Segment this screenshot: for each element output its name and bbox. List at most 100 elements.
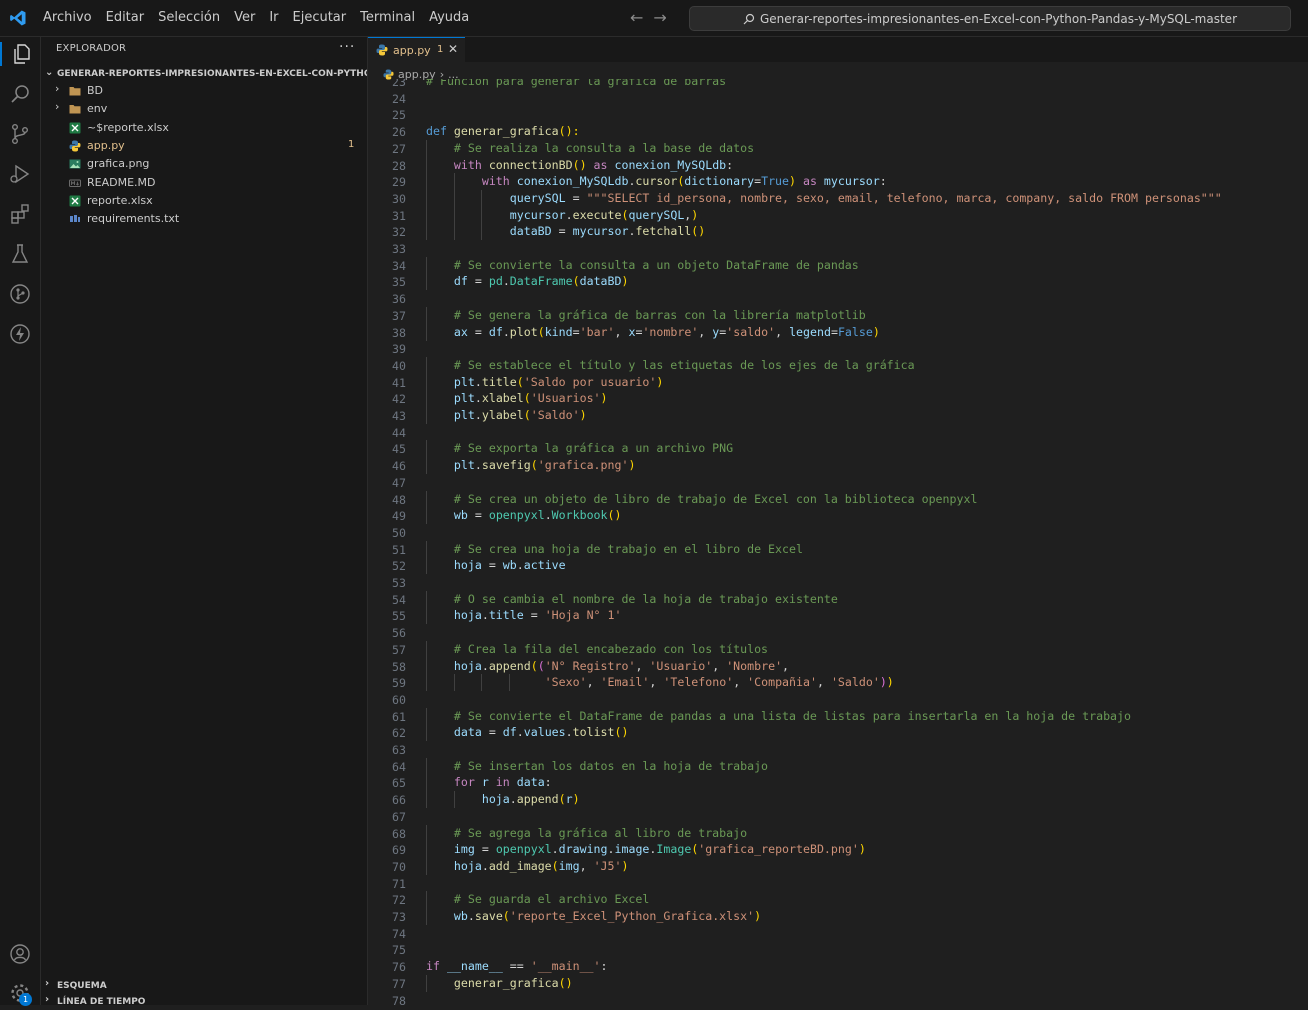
code-line[interactable]: 61 # Se convierte el DataFrame de pandas… — [368, 707, 1308, 725]
code-line[interactable]: 31 mycursor.execute(querySQL,) — [368, 206, 1308, 224]
menu-ver[interactable]: Ver — [227, 0, 262, 36]
search-icon[interactable] — [8, 82, 32, 106]
extensions-icon[interactable] — [8, 202, 32, 226]
code-line[interactable]: 23 # Función para generar la gráfica de b… — [368, 79, 1308, 90]
code-editor[interactable]: 23 # Función para generar la gráfica de b… — [368, 79, 1308, 1005]
code-line[interactable]: 48 # Se crea un objeto de libro de traba… — [368, 490, 1308, 508]
code-line[interactable]: 64 # Se insertan los datos en la hoja de… — [368, 757, 1308, 775]
code-line[interactable]: 36 — [368, 290, 1308, 307]
code-line[interactable]: 40 # Se establece el título y las etique… — [368, 356, 1308, 374]
code-line[interactable]: 74 — [368, 925, 1308, 942]
code-line[interactable]: 30 querySQL = """SELECT id_persona, nomb… — [368, 189, 1308, 207]
menu-editar[interactable]: Editar — [99, 0, 152, 36]
tree-item-env-folder[interactable]: › env — [41, 100, 367, 118]
excel-file-icon — [69, 195, 81, 207]
code-line[interactable]: 60 — [368, 691, 1308, 708]
menu-ayuda[interactable]: Ayuda — [422, 0, 476, 36]
code-line[interactable]: 32 dataBD = mycursor.fetchall() — [368, 223, 1308, 241]
menu-terminal[interactable]: Terminal — [353, 0, 422, 36]
code-line[interactable]: 73 wb.save('reporte_Excel_Python_Grafica… — [368, 908, 1308, 925]
menu-archivo[interactable]: Archivo — [36, 0, 99, 36]
code-line[interactable]: 66 hoja.append(r) — [368, 791, 1308, 809]
more-actions-icon[interactable]: ··· — [339, 39, 355, 55]
image-file-icon — [69, 159, 81, 169]
code-line[interactable]: 68 # Se agrega la gráfica al libro de tr… — [368, 824, 1308, 842]
git-graph-icon[interactable] — [8, 282, 32, 306]
thunder-client-icon[interactable] — [8, 322, 32, 346]
code-line[interactable]: 65 for r in data: — [368, 774, 1308, 792]
close-icon[interactable]: ✕ — [448, 42, 458, 56]
code-text: if __name__ == '__main__': — [426, 959, 608, 973]
code-line[interactable]: 27 # Se realiza la consulta a la base de… — [368, 139, 1308, 157]
code-line[interactable]: 67 — [368, 808, 1308, 825]
code-line[interactable]: 24 — [368, 90, 1308, 107]
code-token: . — [509, 792, 517, 807]
code-line[interactable]: 77 generar_grafica() — [368, 974, 1308, 992]
explorer-icon[interactable] — [0, 42, 42, 66]
tree-item-readme-md[interactable]: README.MD — [41, 174, 367, 192]
tab-app-py[interactable]: app.py 1 ✕ — [368, 37, 465, 63]
code-line[interactable]: 33 — [368, 240, 1308, 257]
code-line[interactable]: 38 ax = df.plot(kind='bar', x='nombre', … — [368, 323, 1308, 341]
code-line[interactable]: 55 hoja.title = 'Hoja N° 1' — [368, 607, 1308, 625]
code-line[interactable]: 62 data = df.values.tolist() — [368, 724, 1308, 742]
code-line[interactable]: 52 hoja = wb.active — [368, 557, 1308, 575]
menu-ir[interactable]: Ir — [262, 0, 285, 36]
code-token: plt — [453, 408, 475, 422]
code-line[interactable]: 44 — [368, 424, 1308, 441]
code-line[interactable]: 26 def generar_grafica(): — [368, 123, 1308, 140]
code-line[interactable]: 78 — [368, 992, 1308, 1006]
code-line[interactable]: 42 plt.xlabel('Usuarios') — [368, 390, 1308, 408]
code-line[interactable]: 53 — [368, 574, 1308, 591]
code-line[interactable]: 37 # Se genera la gráfica de barras con … — [368, 306, 1308, 324]
command-center[interactable]: Generar-reportes-impresionantes-en-Excel… — [689, 6, 1291, 31]
account-icon[interactable] — [8, 942, 32, 966]
code-line[interactable]: 41 plt.title('Saldo por usuario') — [368, 373, 1308, 391]
code-line[interactable]: 71 — [368, 875, 1308, 892]
tree-item-app-py[interactable]: app.py 1 — [41, 137, 367, 155]
menu-ejecutar[interactable]: Ejecutar — [286, 0, 354, 36]
code-line[interactable]: 54 # O se cambia el nombre de la hoja de… — [368, 590, 1308, 608]
code-line[interactable]: 50 — [368, 524, 1308, 541]
back-arrow-icon[interactable]: ← — [630, 9, 643, 27]
code-line[interactable]: 28 with connectionBD() as conexion_MySQL… — [368, 156, 1308, 174]
code-line[interactable]: 59 'Sexo', 'Email', 'Telefono', 'Compañi… — [368, 674, 1308, 692]
code-line[interactable]: 34 # Se convierte la consulta a un objet… — [368, 256, 1308, 274]
code-line[interactable]: 76 if __name__ == '__main__': — [368, 958, 1308, 975]
code-line[interactable]: 43 plt.ylabel('Saldo') — [368, 407, 1308, 424]
code-line[interactable]: 47 — [368, 474, 1308, 491]
code-text: # Se genera la gráfica de barras con la … — [426, 308, 866, 322]
code-line[interactable]: 72 # Se guarda el archivo Excel — [368, 891, 1308, 909]
tree-item-bd-folder[interactable]: › BD — [41, 82, 367, 100]
tree-item-reporte-xlsx[interactable]: reporte.xlsx — [41, 192, 367, 210]
code-line[interactable]: 70 hoja.add_image(img, 'J5') — [368, 857, 1308, 875]
code-line[interactable]: 58 hoja.append(('N° Registro', 'Usuario'… — [368, 657, 1308, 675]
run-debug-icon[interactable] — [8, 162, 32, 186]
code-line[interactable]: 63 — [368, 741, 1308, 758]
forward-arrow-icon[interactable]: → — [653, 9, 666, 27]
testing-flask-icon[interactable] — [8, 242, 32, 266]
code-token: 'Saldo' — [530, 408, 580, 422]
tree-item-grafica-png[interactable]: grafica.png — [41, 155, 367, 173]
code-text: # Se exporta la gráfica a un archivo PNG — [426, 441, 733, 455]
tree-item-temp-reporte-xlsx[interactable]: ~$reporte.xlsx — [41, 119, 367, 137]
code-line[interactable]: 75 — [368, 941, 1308, 958]
code-line[interactable]: 35 df = pd.DataFrame(dataBD) — [368, 273, 1308, 291]
code-line[interactable]: 29 with conexion_MySQLdb.cursor(dictiona… — [368, 173, 1308, 191]
timeline-section-header[interactable]: › LÍNEA DE TIEMPO — [41, 994, 367, 1010]
source-control-icon[interactable] — [8, 122, 32, 146]
code-line[interactable]: 57 # Crea la fila del encabezado con los… — [368, 640, 1308, 658]
code-line[interactable]: 56 — [368, 624, 1308, 641]
code-line[interactable]: 51 # Se crea una hoja de trabajo en el l… — [368, 540, 1308, 558]
tree-item-requirements-txt[interactable]: requirements.txt — [41, 210, 367, 228]
code-line[interactable]: 25 — [368, 106, 1308, 123]
code-line[interactable]: 45 # Se exporta la gráfica a un archivo … — [368, 440, 1308, 458]
vscode-logo-icon[interactable] — [9, 9, 27, 27]
code-line[interactable]: 39 — [368, 340, 1308, 357]
menu-seleccion[interactable]: Selección — [151, 0, 227, 36]
code-line[interactable]: 49 wb = openpyxl.Workbook() — [368, 507, 1308, 525]
outline-section-header[interactable]: › ESQUEMA — [41, 978, 367, 994]
code-line[interactable]: 69 img = openpyxl.drawing.image.Image('g… — [368, 841, 1308, 859]
code-line[interactable]: 46 plt.savefig('grafica.png') — [368, 457, 1308, 475]
